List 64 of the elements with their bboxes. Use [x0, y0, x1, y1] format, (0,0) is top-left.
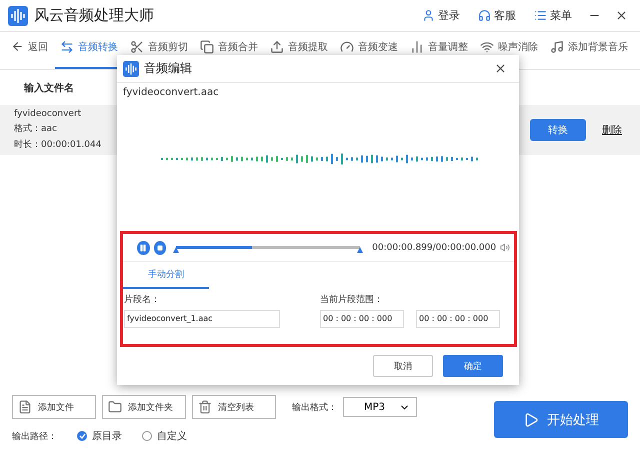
menu-icon	[534, 9, 547, 22]
app-title: 风云音频处理大师	[34, 6, 155, 25]
dialog-file-name: fyvideoconvert.aac	[122, 86, 220, 100]
header-action-button[interactable]: 菜单	[528, 8, 578, 23]
ok-button[interactable]: 确定	[443, 355, 503, 377]
stop-button[interactable]	[154, 240, 166, 254]
file-name: fyvideoconvert	[14, 109, 82, 119]
segment-name-field[interactable]: fyvideoconvert_1.aac	[124, 310, 280, 328]
folder-icon	[108, 400, 122, 414]
volume-icon[interactable]	[500, 242, 510, 253]
tool-tab[interactable]: 噪声消除	[475, 32, 543, 69]
trim-handle[interactable]	[357, 247, 364, 253]
time-readout: 00:00:00.899/00:00:00.000	[372, 242, 496, 252]
convert-button[interactable]: 转换	[530, 119, 586, 141]
music-icon	[550, 40, 564, 54]
start-button[interactable]: 开始处理	[494, 401, 628, 438]
pause-button[interactable]	[137, 240, 150, 254]
swap-icon	[60, 40, 74, 54]
app-logo-icon	[123, 60, 139, 76]
output-path-label: 输出路径：	[12, 430, 57, 442]
add-button[interactable]: 添加文件	[12, 395, 96, 419]
app-logo-icon	[8, 6, 28, 26]
segment-name-label: 片段名：	[124, 294, 161, 306]
file-format: 格式：aac	[14, 122, 58, 135]
split-tab[interactable]: 手动分割	[123, 262, 209, 288]
close-icon	[615, 9, 628, 22]
waves-icon	[480, 40, 494, 54]
trim-handle[interactable]	[173, 247, 180, 253]
segment-range-label: 当前片段范围：	[320, 294, 384, 306]
format-dropdown[interactable]: MP3	[343, 397, 417, 417]
back-button[interactable]: 返回	[6, 32, 53, 69]
tool-tab[interactable]: 音量调整	[405, 32, 473, 69]
pause-icon	[139, 244, 148, 252]
headset-icon	[478, 9, 491, 22]
back-arrow-icon	[11, 40, 24, 53]
cancel-button[interactable]: 取消	[373, 355, 433, 377]
path-radio[interactable]: 自定义	[142, 429, 187, 443]
tool-tab[interactable]: 添加背景音乐	[545, 32, 633, 69]
range-end-field[interactable]: 00 : 00 : 00 : 000	[416, 310, 500, 328]
user-icon	[422, 9, 435, 22]
close-icon	[494, 62, 507, 75]
file-icon	[18, 400, 32, 414]
tool-tab[interactable]: 音频提取	[265, 32, 333, 69]
copy-icon	[200, 40, 214, 54]
dialog-title: 音频编辑	[144, 60, 193, 77]
upload-icon	[270, 40, 284, 54]
add-button[interactable]: 添加文件夹	[102, 395, 186, 419]
column-header: 输入文件名	[24, 82, 74, 94]
tool-tab[interactable]: 音频合并	[195, 32, 263, 69]
format-label: 输出格式：	[292, 402, 337, 414]
path-radio[interactable]: 原目录	[77, 429, 122, 443]
header-action-button[interactable]: 登录	[416, 8, 466, 23]
bars-icon	[410, 40, 424, 54]
tool-tab[interactable]: 音频变速	[335, 32, 403, 69]
gauge-icon	[340, 40, 354, 54]
file-duration: 时长：00:00:01.044	[14, 138, 102, 151]
header-action-button[interactable]: 客服	[472, 8, 522, 23]
range-start-field[interactable]: 00 : 00 : 00 : 000	[320, 310, 404, 328]
trash-icon	[198, 400, 212, 414]
play-icon	[523, 412, 539, 428]
stop-icon	[156, 244, 163, 250]
delete-link[interactable]: 删除	[596, 122, 628, 138]
scissors-icon	[130, 40, 144, 54]
add-button[interactable]: 清空列表	[192, 395, 276, 419]
